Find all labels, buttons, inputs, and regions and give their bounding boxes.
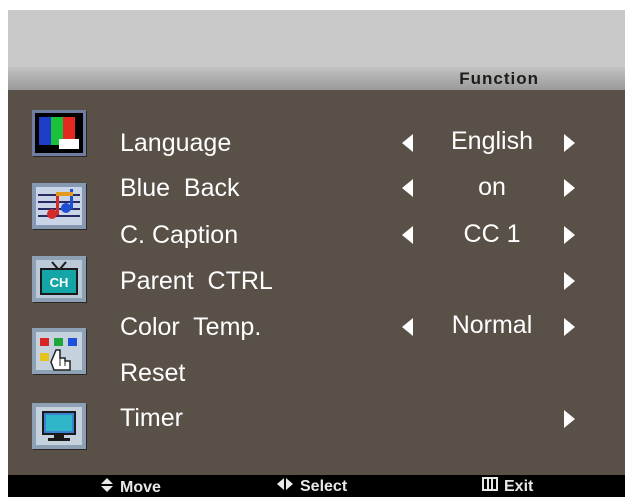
right-arrow-icon[interactable] xyxy=(564,134,575,152)
menu-label-blue-back: Blue Back xyxy=(120,174,240,202)
function-icon[interactable] xyxy=(32,328,86,374)
menu-header: Function xyxy=(8,67,625,90)
screen-icon[interactable] xyxy=(32,403,86,449)
menu-label-timer: Timer xyxy=(120,404,183,432)
right-arrow-icon[interactable] xyxy=(564,179,575,197)
picture-icon[interactable] xyxy=(32,110,86,156)
channel-icon[interactable]: CH xyxy=(32,256,86,302)
left-arrow-icon[interactable] xyxy=(402,179,413,197)
hint-move-label: Move xyxy=(120,479,161,496)
hint-select: Select xyxy=(276,477,347,497)
top-blank-area xyxy=(8,10,625,67)
right-arrow-icon[interactable] xyxy=(564,318,575,336)
hint-exit-label: Exit xyxy=(504,478,534,495)
right-arrow-icon[interactable] xyxy=(564,226,575,244)
menu-icon xyxy=(482,477,498,497)
right-arrow-icon[interactable] xyxy=(564,410,575,428)
menu-label-language: Language xyxy=(120,129,232,157)
menu-value-c-caption: CC 1 xyxy=(463,220,521,248)
menu-label-parent-ctrl: Parent CTRL xyxy=(120,267,273,295)
osd-menu: Function CH Language English Blue Back o… xyxy=(8,10,625,497)
left-right-arrow-icon xyxy=(276,477,294,497)
menu-title: Function xyxy=(459,69,539,88)
footer-hints: Move Select Exit xyxy=(8,475,625,497)
menu-value-blue-back: on xyxy=(478,173,506,201)
menu-label-reset: Reset xyxy=(120,359,186,387)
channel-icon-label: CH xyxy=(49,275,69,290)
left-arrow-icon[interactable] xyxy=(402,318,413,336)
menu-label-c-caption: C. Caption xyxy=(120,221,239,249)
menu-value-language: English xyxy=(451,127,533,155)
menu-label-color-temp: Color Temp. xyxy=(120,313,262,341)
left-arrow-icon[interactable] xyxy=(402,134,413,152)
hint-move: Move xyxy=(100,477,161,499)
hint-select-label: Select xyxy=(300,478,348,495)
category-icons: CH xyxy=(26,106,96,466)
sound-icon[interactable] xyxy=(32,183,86,229)
menu-value-color-temp: Normal xyxy=(451,311,533,339)
up-down-arrow-icon xyxy=(100,477,114,499)
left-arrow-icon[interactable] xyxy=(402,226,413,244)
right-arrow-icon[interactable] xyxy=(564,272,575,290)
hint-exit: Exit xyxy=(482,477,533,497)
